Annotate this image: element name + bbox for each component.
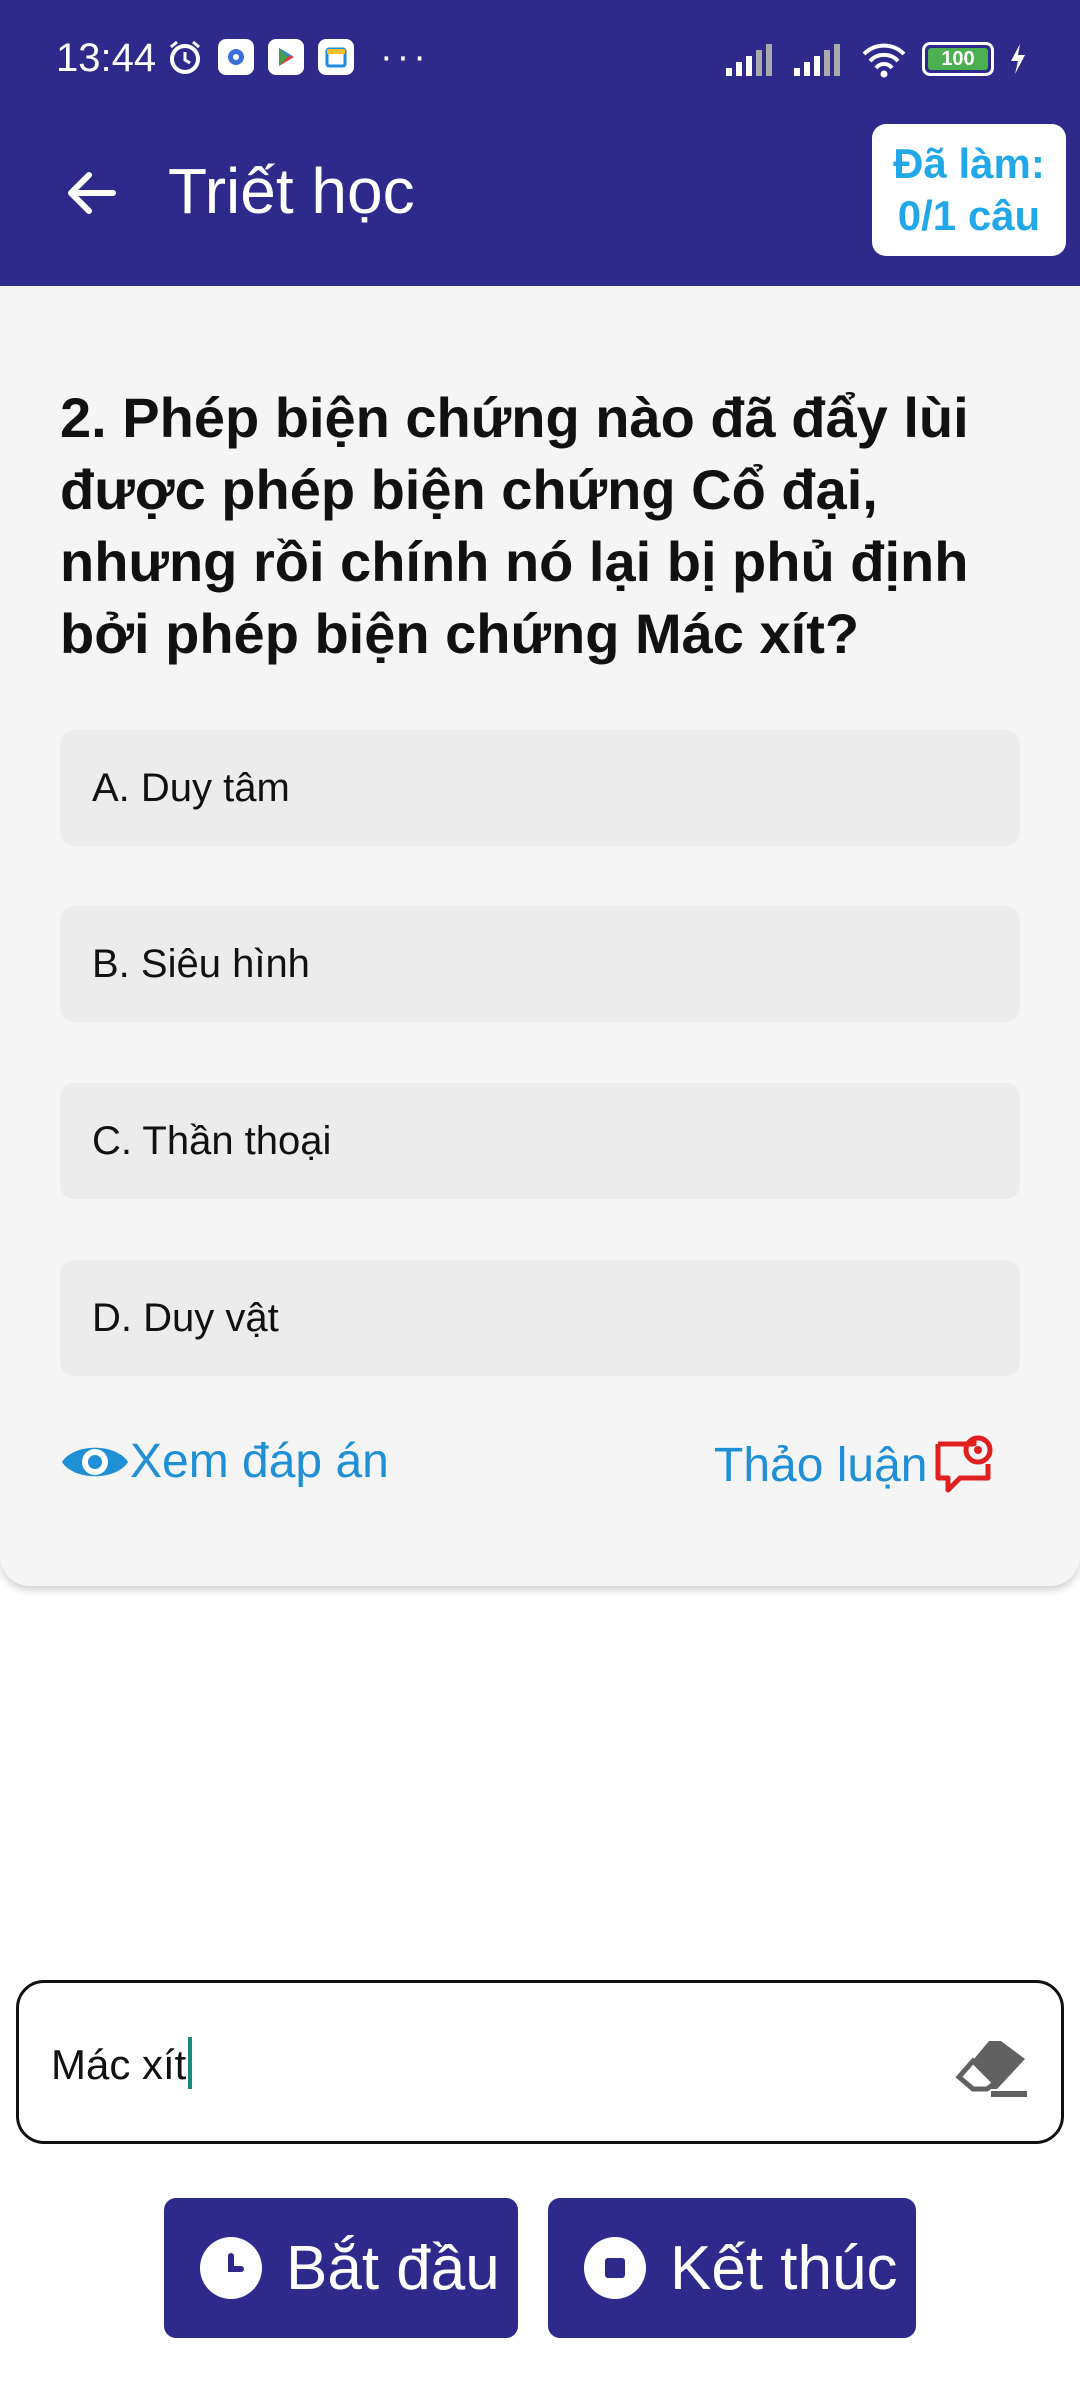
- start-button[interactable]: Bắt đầu: [164, 2198, 518, 2338]
- status-time: 13:44: [56, 36, 157, 80]
- eye-icon: [62, 1447, 128, 1476]
- question-text: 2. Phép biện chứng nào đã đẩy lùi được p…: [60, 386, 969, 665]
- progress-label: Đã làm:: [893, 140, 1045, 187]
- text-caret: [188, 2037, 193, 2089]
- eraser-icon: [955, 2041, 1027, 2097]
- progress-counter: Đã làm: 0/1 câu: [872, 124, 1066, 256]
- clock-icon: [200, 2237, 262, 2299]
- page-title: Triết học: [168, 155, 415, 227]
- discuss-button[interactable]: Thảo luận: [714, 1434, 996, 1496]
- arrow-left-icon: [68, 172, 116, 214]
- play-store-icon: [268, 39, 304, 75]
- more-dots-icon: ···: [380, 36, 430, 78]
- clear-input-button[interactable]: [951, 2029, 1031, 2106]
- signal-icon: [726, 44, 772, 76]
- option-d[interactable]: D. Duy vật: [60, 1260, 1020, 1376]
- show-answer-label: Xem đáp án: [130, 1435, 389, 1488]
- start-label: Bắt đầu: [286, 2233, 500, 2303]
- progress-value: 0/1 câu: [897, 192, 1041, 239]
- calendar-icon: [318, 39, 354, 75]
- battery-icon: 100: [922, 42, 994, 76]
- status-notification-icons: ···: [166, 38, 430, 76]
- status-bar: 13:44 ··· 100: [0, 0, 1080, 124]
- show-answer-button[interactable]: Xem đáp án: [60, 1434, 389, 1489]
- question-card: 2. Phép biện chứng nào đã đẩy lùi được p…: [0, 286, 1080, 1586]
- option-a[interactable]: A. Duy tâm: [60, 730, 1020, 846]
- wifi-icon: [862, 43, 906, 78]
- battery-level: 100: [928, 48, 988, 70]
- settings-app-icon: [218, 39, 254, 75]
- option-b[interactable]: B. Siêu hình: [60, 906, 1020, 1022]
- option-c[interactable]: C. Thần thoại: [60, 1083, 1020, 1199]
- stop-icon: [584, 2237, 646, 2299]
- alarm-icon: [170, 40, 200, 74]
- discuss-label: Thảo luận: [714, 1438, 928, 1492]
- back-button[interactable]: [56, 158, 126, 228]
- status-system-icons: 100: [724, 40, 1028, 78]
- chat-bubble-icon: [935, 1435, 992, 1493]
- app-bar: Triết học Đã làm: 0/1 câu: [0, 124, 1080, 286]
- search-input-text: Mác xít: [51, 2037, 193, 2089]
- search-input[interactable]: Mác xít: [16, 1980, 1064, 2144]
- signal-icon: [794, 44, 840, 76]
- end-button[interactable]: Kết thúc: [548, 2198, 916, 2338]
- end-label: Kết thúc: [670, 2233, 898, 2303]
- charging-icon: [1011, 44, 1025, 74]
